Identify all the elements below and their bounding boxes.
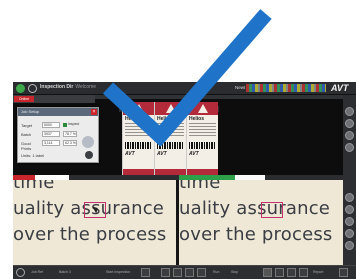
toolbar-button[interactable] bbox=[161, 268, 170, 277]
dialog-title-bar: Job Setup × bbox=[18, 108, 98, 116]
label-image: Helios AVT bbox=[122, 102, 154, 175]
rotate-icon[interactable] bbox=[345, 143, 354, 152]
toolbar-button[interactable] bbox=[185, 268, 194, 277]
upper-right-tab bbox=[95, 95, 343, 99]
upper-tab-status: Online bbox=[14, 96, 34, 102]
zoom-icon[interactable] bbox=[345, 107, 354, 116]
chevron-down-icon[interactable] bbox=[85, 151, 93, 159]
dialog-title: Job Setup bbox=[21, 109, 40, 114]
window-title: Inspection Dir Welcome bbox=[40, 84, 97, 90]
defect-marker[interactable] bbox=[261, 202, 283, 218]
dialog-row-target: Target 5000 Inspect bbox=[21, 122, 80, 128]
screenshot-canvas: Inspection Dir Welcome Newt AVT Online Jo… bbox=[0, 0, 356, 279]
toolbar-button[interactable] bbox=[173, 268, 182, 277]
inspect-checkbox[interactable] bbox=[63, 123, 67, 127]
upper-left-tab[interactable]: Online bbox=[13, 95, 95, 103]
toolbar-button[interactable] bbox=[339, 268, 348, 277]
status-bar: Job Ref Batch 3 Start Inspection Run Sto… bbox=[13, 265, 356, 279]
menu-icon[interactable] bbox=[28, 84, 37, 93]
title-bar: Inspection Dir Welcome Newt AVT bbox=[13, 82, 356, 95]
status-item: Start Inspection bbox=[106, 270, 131, 274]
target-field[interactable]: 5000 bbox=[42, 122, 60, 128]
dialog-footer: Units: 1 label bbox=[21, 153, 45, 158]
doc-line: over the process bbox=[179, 224, 333, 245]
toolbar-button[interactable] bbox=[275, 268, 284, 277]
doc-line: over the process bbox=[13, 224, 167, 245]
lower-compare-pane: time uality assurance over the process t… bbox=[13, 175, 343, 265]
pan-icon[interactable] bbox=[345, 217, 354, 226]
inspection-app-window: Inspection Dir Welcome Newt AVT Online Jo… bbox=[13, 82, 356, 279]
toolbar-button[interactable] bbox=[141, 268, 150, 277]
doc-line: uality assurance bbox=[179, 198, 331, 219]
dialog-row-batch: Batch 3937 78.7 % bbox=[21, 131, 77, 137]
zoom-out-icon[interactable] bbox=[345, 119, 354, 128]
doc-line: time bbox=[179, 180, 221, 193]
good-prints-percent: 62.3 % bbox=[63, 140, 77, 146]
brand-logo: AVT bbox=[331, 83, 349, 93]
toolbar-button[interactable] bbox=[299, 268, 308, 277]
zoom-out-icon[interactable] bbox=[345, 205, 354, 214]
dialog-row-good-prints: Good Prints 3,114 62.3 % bbox=[21, 140, 77, 151]
power-icon[interactable] bbox=[16, 268, 25, 277]
status-item: Batch 3 bbox=[59, 270, 71, 274]
close-icon[interactable]: × bbox=[91, 109, 97, 115]
toolbar-button[interactable] bbox=[197, 268, 206, 277]
good-prints-field[interactable]: 3,114 bbox=[42, 140, 60, 146]
online-document-view[interactable]: time uality assurance over the process bbox=[179, 180, 343, 265]
master-document-view[interactable]: time uality assurance over the process bbox=[13, 180, 176, 265]
right-toolbar bbox=[343, 95, 356, 265]
status-item: Job Ref bbox=[31, 270, 44, 274]
job-thumbnail-strip[interactable] bbox=[246, 84, 326, 92]
label-web-view: Helios AVT Helios AVT Helios AVT bbox=[122, 102, 218, 175]
status-item: Report bbox=[313, 270, 324, 274]
doc-line: time bbox=[13, 180, 55, 193]
user-name: Newt bbox=[235, 85, 246, 90]
toolbar-button[interactable] bbox=[287, 268, 296, 277]
rotate-icon[interactable] bbox=[345, 229, 354, 238]
app-logo-icon[interactable] bbox=[16, 84, 25, 93]
label-image: Helios AVT bbox=[154, 102, 186, 175]
label-image: Helios AVT bbox=[186, 102, 218, 175]
batch-percent: 78.7 % bbox=[63, 131, 77, 137]
settings-icon[interactable] bbox=[82, 136, 94, 148]
status-item: Stop bbox=[231, 270, 239, 274]
batch-field[interactable]: 3937 bbox=[42, 131, 60, 137]
status-item: Run bbox=[213, 270, 220, 274]
pan-icon[interactable] bbox=[345, 131, 354, 140]
zoom-icon[interactable] bbox=[345, 193, 354, 202]
toolbar-button[interactable] bbox=[263, 268, 272, 277]
job-setup-dialog: Job Setup × Target 5000 Inspect Batch 39… bbox=[17, 107, 99, 163]
fit-icon[interactable] bbox=[345, 241, 354, 250]
